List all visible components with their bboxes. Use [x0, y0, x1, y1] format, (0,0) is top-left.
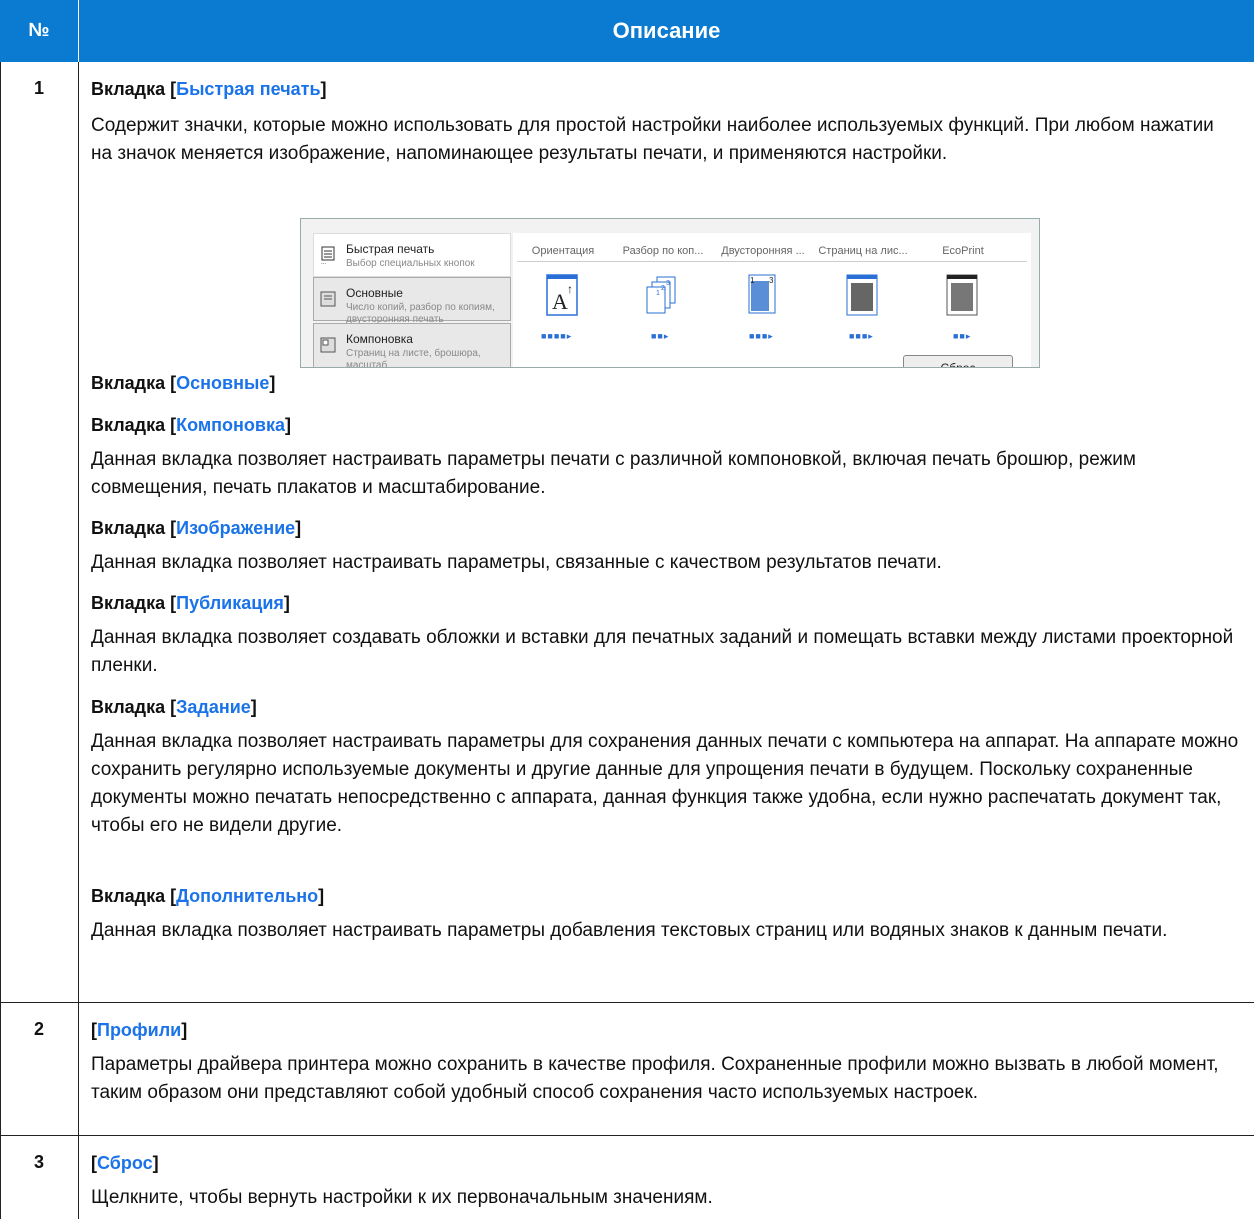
quick-print-panel: Ориентация Разбор по коп... Двусторонняя…: [513, 233, 1031, 367]
column-ecoprint: EcoPrint: [942, 245, 984, 257]
row-content: Вкладка [Быстрая печать] Содержит значки…: [91, 62, 1240, 1002]
reset-text: Щелкните, чтобы вернуть настройки к их п…: [91, 1187, 713, 1208]
table-header: № Описание: [0, 0, 1254, 62]
layout-icon: [320, 337, 336, 353]
quick-print-heading: Вкладка [Быстрая печать]: [91, 79, 327, 99]
duplex-icon[interactable]: 13: [745, 273, 779, 317]
profiles-link[interactable]: Профили: [97, 1020, 181, 1040]
orientation-icon[interactable]: A ↑: [545, 273, 579, 317]
advanced-heading: Вкладка [Дополнительно]: [91, 886, 325, 906]
svg-text:2: 2: [661, 285, 665, 292]
svg-text:A: A: [552, 289, 568, 314]
option-indicator: ■■▸: [651, 331, 670, 341]
reset-button[interactable]: Сброс: [903, 355, 1013, 367]
row-number: 2: [33, 1019, 44, 1039]
tab-title: Компоновка: [346, 332, 413, 346]
publish-text: Данная вкладка позволяет создавать облож…: [91, 627, 1234, 676]
ecoprint-icon[interactable]: [945, 273, 979, 317]
tab-list: ... Быстрая печать Выбор специальных кно…: [313, 233, 511, 368]
tab-subtitle: Страниц на листе, брошюра, масштаб: [346, 348, 481, 368]
pages-per-sheet-icon[interactable]: [845, 273, 879, 317]
header-number: №: [28, 20, 50, 41]
table-row: 2 [Профили] Параметры драйвера принтера …: [0, 1003, 1254, 1135]
advanced-text: Данная вкладка позволяет настраивать пар…: [91, 920, 1168, 941]
profiles-heading: [Профили]: [91, 1020, 188, 1040]
row-number: 3: [33, 1152, 44, 1172]
svg-text:...: ...: [321, 260, 326, 264]
tab-title: Основные: [346, 286, 403, 300]
svg-text:3: 3: [666, 280, 670, 287]
panel-divider: [517, 261, 1027, 262]
tab-basic[interactable]: Основные Число копий, разбор по копиям, …: [313, 277, 511, 325]
basic-heading: Вкладка [Основные]: [91, 373, 276, 393]
image-heading: Вкладка [Изображение]: [91, 518, 302, 538]
option-indicator: ■■▸: [953, 331, 972, 341]
tab-quick-print[interactable]: ... Быстрая печать Выбор специальных кно…: [313, 233, 511, 277]
column-collate: Разбор по коп...: [622, 245, 704, 257]
publish-heading: Вкладка [Публикация]: [91, 593, 290, 613]
tab-title: Быстрая печать: [346, 242, 435, 256]
tab-layout[interactable]: Компоновка Страниц на листе, брошюра, ма…: [313, 323, 511, 368]
reset-heading: [Сброс]: [91, 1153, 159, 1173]
quick-print-text: Содержит значки, которые можно использов…: [91, 115, 1214, 164]
printer-icon: ...: [321, 246, 335, 264]
option-indicator: ■■■▸: [749, 331, 774, 341]
image-link[interactable]: Изображение: [176, 518, 295, 538]
column-pages-per-sheet: Страниц на лис...: [818, 245, 908, 257]
row-content: [Сброс] Щелкните, чтобы вернуть настройк…: [91, 1136, 1240, 1219]
reset-link[interactable]: Сброс: [97, 1153, 153, 1173]
job-heading: Вкладка [Задание]: [91, 697, 257, 717]
svg-text:3: 3: [769, 276, 774, 285]
svg-text:↑: ↑: [567, 282, 573, 296]
collate-icon[interactable]: 321: [645, 273, 679, 317]
job-text: Данная вкладка позволяет настраивать пар…: [91, 731, 1239, 836]
quick-print-link[interactable]: Быстрая печать: [176, 79, 320, 99]
document-icon: [320, 291, 336, 307]
layout-heading: Вкладка [Компоновка]: [91, 415, 292, 435]
option-indicator: ■■■■▸: [541, 331, 573, 341]
tab-subtitle: Выбор специальных кнопок: [346, 258, 475, 269]
svg-text:1: 1: [656, 290, 660, 297]
layout-text: Данная вкладка позволяет настраивать пар…: [91, 449, 1136, 498]
table-row: 3 [Сброс] Щелкните, чтобы вернуть настро…: [0, 1136, 1254, 1219]
svg-text:1: 1: [750, 276, 755, 285]
layout-link[interactable]: Компоновка: [176, 415, 285, 435]
image-text: Данная вкладка позволяет настраивать пар…: [91, 552, 942, 573]
profiles-text: Параметры драйвера принтера можно сохран…: [91, 1054, 1219, 1103]
basic-link[interactable]: Основные: [176, 373, 269, 393]
row-content: [Профили] Параметры драйвера принтера мо…: [91, 1003, 1240, 1135]
job-link[interactable]: Задание: [176, 697, 251, 717]
publish-link[interactable]: Публикация: [176, 593, 284, 613]
option-indicator: ■■■▸: [849, 331, 874, 341]
advanced-link[interactable]: Дополнительно: [176, 886, 318, 906]
printer-driver-screenshot: ... Быстрая печать Выбор специальных кно…: [300, 218, 1040, 368]
row-number: 1: [33, 78, 44, 98]
header-description: Описание: [78, 0, 1254, 62]
table-row: 1 Вкладка [Быстрая печать] Содержит знач…: [0, 62, 1254, 1002]
column-duplex: Двусторонняя ...: [721, 245, 805, 257]
column-orientation: Ориентация: [531, 245, 595, 257]
